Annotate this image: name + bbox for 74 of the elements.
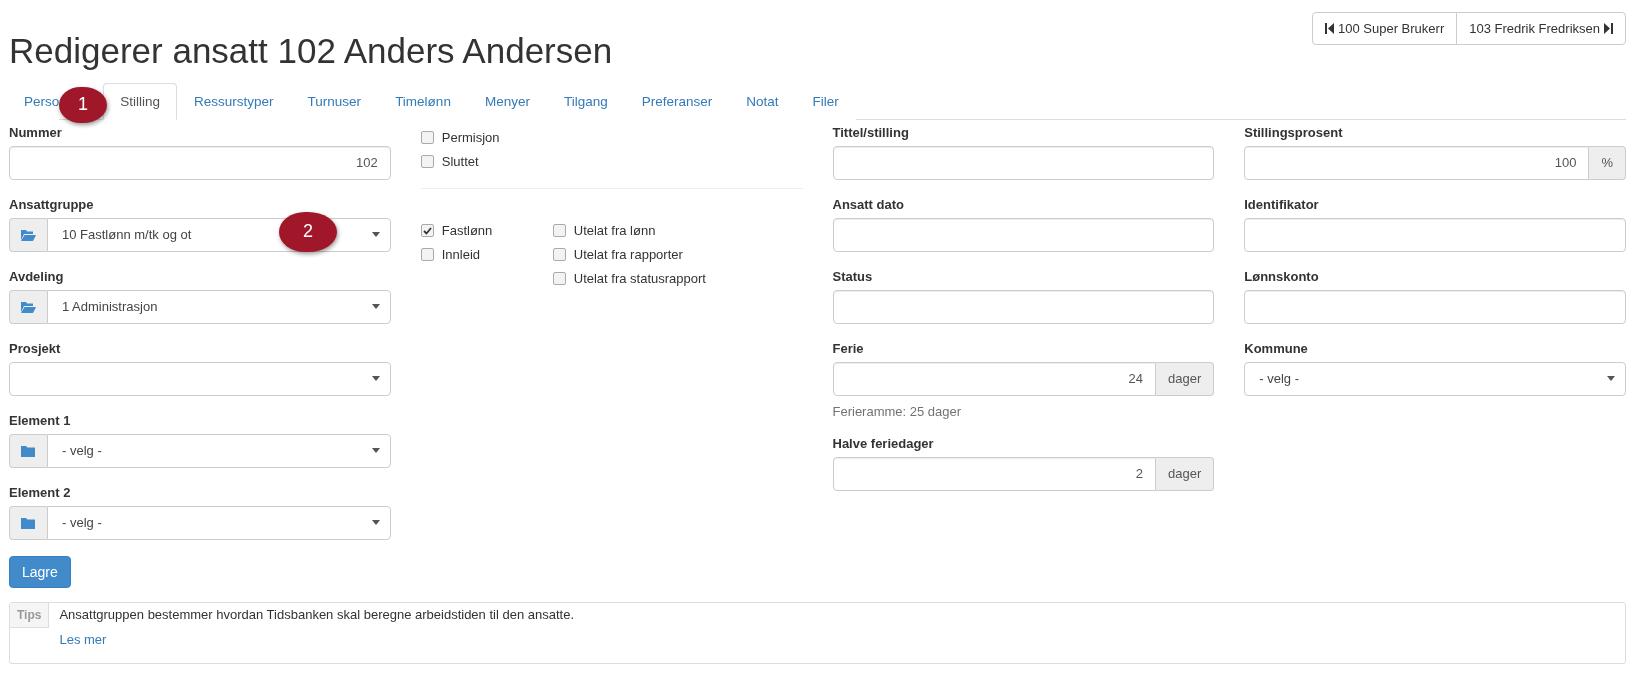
checkbox[interactable] [552,272,566,285]
unit-addon: % [1589,145,1626,180]
help-text: Ferieramme: 25 dager [832,403,963,419]
field-label: Avdeling [9,268,65,284]
checkbox-option[interactable]: Sluttet [420,149,803,174]
next-employee-button[interactable]: 103 Fredrik Fredriksen [1456,12,1626,45]
field-label: Ansatt dato [832,196,905,212]
caret-icon [371,448,380,453]
input-field[interactable] [832,217,1215,252]
previous-employee-button[interactable]: 100 Super Brukerr [1312,12,1458,45]
field-label: Prosjekt [9,340,62,356]
select-field[interactable]: - velg - [47,433,391,468]
field-label: Tittel/stilling [832,124,910,140]
select-field[interactable]: 1 Administrasjon [47,289,391,324]
field-label: Nummer [9,124,63,140]
field-label: Kommune [1244,340,1309,356]
field-label: Element 2 [9,484,72,500]
input-field[interactable]: 102 [9,145,391,180]
open-folder-icon [21,300,36,313]
folder-icon [21,444,36,457]
folder-button[interactable] [9,433,47,468]
caret-icon [371,376,380,381]
checkbox[interactable] [420,155,434,168]
checkbox[interactable] [420,131,434,144]
step-tooltip: 2 [279,211,337,252]
folder-button[interactable] [9,505,47,540]
field-label: Ferie [832,340,865,356]
unit-addon: dager [1156,361,1215,396]
checkbox-option[interactable]: Innleid [420,242,513,267]
tips-label: Tips [10,602,50,628]
select-field[interactable] [9,361,391,396]
caret-icon [371,304,380,309]
input-field[interactable] [832,289,1215,324]
input-field[interactable] [1244,217,1626,252]
skip-forward-icon [1604,23,1613,34]
step-tooltip: 1 [59,86,107,123]
checkbox-option[interactable]: Utelat fra lønn [552,218,706,243]
folder-button[interactable] [9,289,47,324]
check-icon [422,226,432,235]
checkbox[interactable] [552,248,566,261]
select-field[interactable]: - velg - [47,505,391,540]
input-field[interactable]: 24 [832,361,1156,396]
caret-icon [371,520,380,525]
input-field[interactable] [1244,289,1626,324]
checkbox[interactable] [420,224,434,237]
folder-icon [21,516,36,529]
checkbox[interactable] [420,248,434,261]
skip-back-icon [1325,23,1334,34]
tab[interactable]: Stilling [103,82,178,120]
tips-text: Ansattgruppen bestemmer hvordan Tidsbanken skal beregne arbeidstiden til den ansatte. [59,606,574,622]
field-label: Stillingsprosent [1244,124,1344,140]
checkbox-option[interactable]: Permisjon [420,125,803,150]
field-label: Ansattgruppe [9,196,95,212]
input-field[interactable]: 100 [1244,145,1590,180]
input-field[interactable]: 2 [832,456,1156,491]
field-label: Lønnskonto [1244,268,1320,284]
checkbox-option[interactable]: Utelat fra statusrapport [552,266,706,291]
checkbox-option[interactable]: Fastlønn [420,218,513,243]
checkbox-option[interactable]: Utelat fra rapporter [552,242,706,267]
caret-icon [371,232,380,237]
folder-button[interactable] [9,217,47,252]
field-label: Status [832,268,874,284]
checkbox[interactable] [552,224,566,237]
select-field[interactable]: - velg - [1244,361,1626,396]
unit-addon: dager [1156,456,1215,491]
field-label: Halve feriedager [832,435,935,451]
read-more-link[interactable]: Les mer [59,631,107,647]
caret-icon [1607,376,1615,381]
input-field[interactable] [832,145,1215,180]
page-title: Redigerer ansatt 102 Anders Andersen [9,32,613,71]
field-label: Identifikator [1244,196,1320,212]
save-button[interactable]: Lagre [9,555,71,588]
open-folder-icon [21,228,36,241]
field-label: Element 1 [9,412,72,428]
